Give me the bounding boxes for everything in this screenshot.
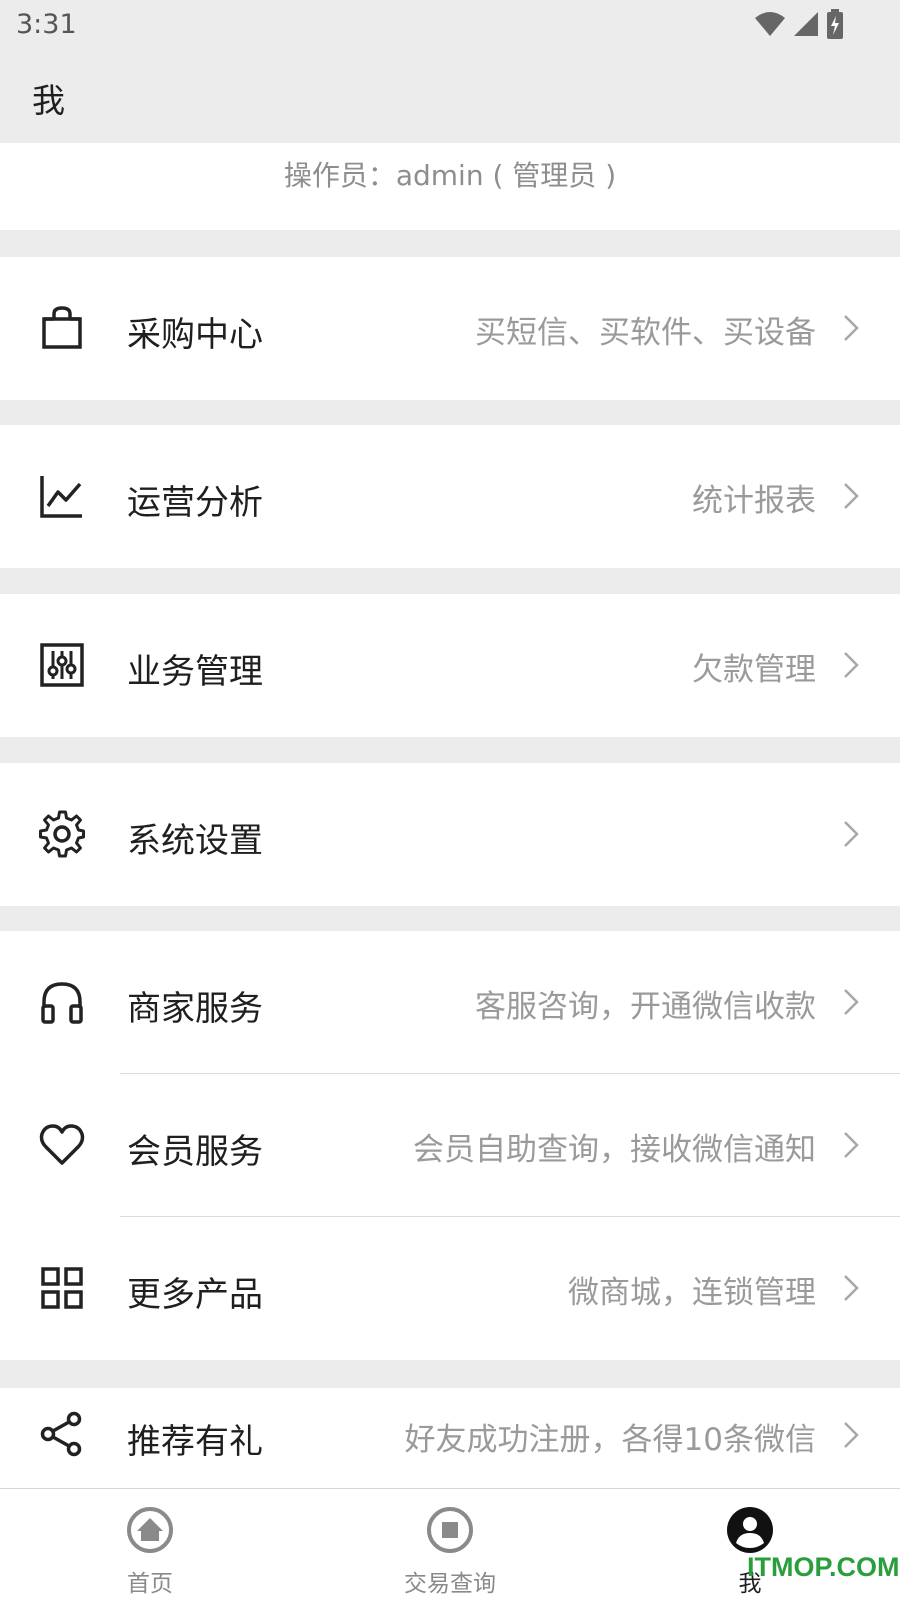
menu-value: 好友成功注册，各得10条微信 [404,1422,816,1458]
bottom-tab-bar: 首页 交易查询 我 [0,1488,900,1601]
menu-item-purchase-center[interactable]: 采购中心 买短信、买软件、买设备 [0,257,900,400]
menu-value: 会员自助查询，接收微信通知 [413,1132,816,1168]
menu-group-business: 业务管理 欠款管理 [0,594,900,737]
menu-item-operation-analysis[interactable]: 运营分析 统计报表 [0,425,900,568]
tab-transactions[interactable]: 交易查询 [350,1489,550,1601]
transaction-icon [425,1505,475,1555]
menu-label: 运营分析 [127,483,263,523]
menu-item-member-service[interactable]: 会员服务 会员自助查询，接收微信通知 [0,1074,900,1217]
operator-info: 操作员：admin ( 管理员 ) [0,143,900,230]
menu-label: 业务管理 [127,652,263,692]
headphones-icon [38,978,86,1026]
tab-label: 首页 [127,1571,173,1597]
chevron-right-icon [842,819,860,849]
profile-icon [725,1505,775,1555]
menu-group-referral: 推荐有礼 好友成功注册，各得10条微信 [0,1388,900,1488]
menu-item-more-products[interactable]: 更多产品 微商城，连锁管理 [0,1217,900,1360]
tab-label: 交易查询 [404,1571,496,1597]
page-title: 我 [32,81,65,120]
menu-value: 买短信、买软件、买设备 [475,315,816,351]
menu-item-merchant-service[interactable]: 商家服务 客服咨询，开通微信收款 [0,931,900,1074]
tab-home[interactable]: 首页 [50,1489,250,1601]
signal-icon [792,10,820,42]
grid-icon [38,1264,86,1312]
watermark: ITMOP.COM [747,1552,900,1582]
menu-item-referral[interactable]: 推荐有礼 好友成功注册，各得10条微信 [0,1388,900,1488]
menu-group-settings: 系统设置 [0,763,900,906]
app-bar: 我 [0,50,900,143]
tab-me[interactable]: 我 [650,1489,850,1601]
menu-item-system-settings[interactable]: 系统设置 [0,763,900,906]
menu-label: 更多产品 [127,1275,263,1315]
chevron-right-icon [842,313,860,343]
chevron-right-icon [842,1420,860,1450]
menu-value: 欠款管理 [692,652,816,688]
gear-icon [38,810,86,858]
menu-value: 统计报表 [692,483,816,519]
status-time: 3:31 [16,9,77,40]
menu-value: 微商城，连锁管理 [568,1275,816,1311]
battery-charging-icon [826,9,844,43]
line-chart-icon [38,472,86,520]
chevron-right-icon [842,650,860,680]
menu-label: 系统设置 [127,821,263,861]
chevron-right-icon [842,987,860,1017]
home-icon [125,1505,175,1555]
wifi-icon [754,10,786,42]
menu-group-purchase: 采购中心 买短信、买软件、买设备 [0,257,900,400]
chevron-right-icon [842,1273,860,1303]
heart-icon [38,1121,86,1169]
chevron-right-icon [842,481,860,511]
menu-value: 客服咨询，开通微信收款 [475,989,816,1025]
status-icons [754,9,844,43]
share-icon [38,1410,86,1458]
menu-label: 采购中心 [127,315,263,355]
menu-label: 推荐有礼 [127,1422,263,1462]
menu-item-business-management[interactable]: 业务管理 欠款管理 [0,594,900,737]
chevron-right-icon [842,1130,860,1160]
shopping-bag-icon [38,304,86,352]
menu-label: 商家服务 [127,989,263,1029]
menu-group-services: 商家服务 客服咨询，开通微信收款 会员服务 会员自助查询，接收微信通知 更多产品… [0,931,900,1360]
sliders-icon [38,641,86,689]
menu-label: 会员服务 [127,1132,263,1172]
status-bar: 3:31 [0,0,900,50]
menu-group-analytics: 运营分析 统计报表 [0,425,900,568]
